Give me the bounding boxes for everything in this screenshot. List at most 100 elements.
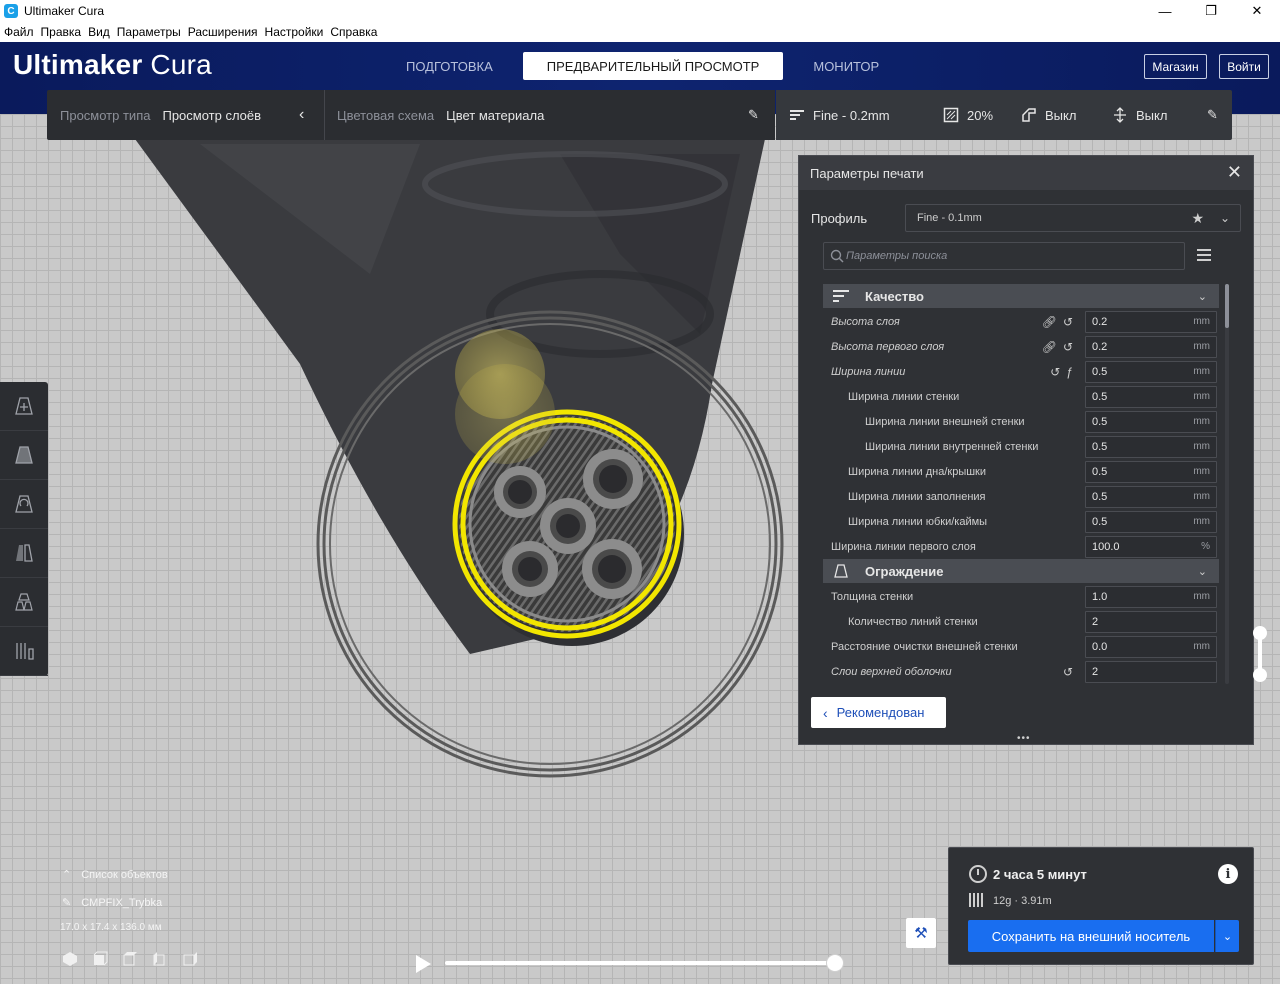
menu-preferences[interactable]: Настройки [265,25,324,39]
menu-edit[interactable]: Правка [41,25,82,39]
close-icon[interactable]: ✕ [1227,162,1242,183]
tab-preview[interactable]: ПРЕДВАРИТЕЛЬНЫЙ ПРОСМОТР [522,52,784,80]
path-slider-handle[interactable] [826,954,844,972]
layer-slider-lower-handle[interactable] [1253,668,1267,682]
setting-actions: 🔗︎ ↺ [1031,340,1073,354]
pencil-icon: ✎ [62,897,72,909]
left-view-icon[interactable] [152,951,168,967]
pencil-icon[interactable]: ✎ [748,107,759,123]
setting-value: 0.5 [1092,365,1108,378]
setting-value-field[interactable]: 0.2 mm [1085,335,1217,358]
setting-label: Высота первого слоя [831,340,945,353]
setting-unit: mm [1193,641,1210,652]
object-name-row[interactable]: ✎ CMPFIX_Trybka [62,896,162,909]
object-list-toggle[interactable]: ⌃ Список объектов [62,868,168,881]
profile-dropdown[interactable]: Fine - 0.1mm ★ ⌄ [905,204,1241,232]
menu-file[interactable]: Файл [4,25,34,39]
chevron-up-icon: ⌃ [62,869,72,881]
setting-row: Высота слоя 🔗︎ ↺ 0.2 mm [823,309,1219,334]
link-icon[interactable]: 🔗︎ [1042,315,1057,329]
right-view-icon[interactable] [182,951,198,967]
setting-unit: mm [1193,491,1210,502]
reset-icon[interactable]: ↺ [1063,340,1073,354]
clock-icon [969,865,987,883]
setting-unit: mm [1193,391,1210,402]
material-spool-icon [969,893,985,907]
settings-search-input[interactable]: Параметры поиска [823,242,1185,270]
move-tool-icon[interactable] [0,382,48,431]
setting-value-field[interactable]: 0.0 mm [1085,635,1217,658]
play-icon[interactable] [416,955,431,973]
color-scheme-selector[interactable]: Цветовая схема Цвет материала ✎ [324,90,774,140]
setting-value-field[interactable]: 0.5 mm [1085,485,1217,508]
setting-unit: mm [1193,316,1210,327]
setting-value-field[interactable]: 2 [1085,660,1217,683]
quality-icon [833,290,849,302]
top-view-icon[interactable] [122,951,138,967]
print-settings-bar[interactable]: Fine - 0.2mm 20% Выкл Выкл ✎ [776,90,1232,140]
category-name: Качество [865,288,924,304]
tab-prepare[interactable]: ПОДГОТОВКА [390,52,509,80]
marketplace-button[interactable]: Магазин [1144,54,1207,79]
cura-app-icon: C [4,4,18,18]
rotate-tool-icon[interactable] [0,480,48,529]
mirror-tool-icon[interactable] [0,529,48,578]
chevron-left-icon[interactable]: ‹ [299,106,304,124]
save-to-removable-button[interactable]: Сохранить на внешний носитель [968,920,1214,952]
category-header[interactable]: Ограждение ⌄ [823,559,1219,583]
settings-visibility-menu-icon[interactable] [1197,249,1211,261]
star-icon[interactable]: ★ [1191,210,1204,227]
camera-view-buttons [62,951,198,967]
3d-view-icon[interactable] [62,951,78,967]
color-scheme-value: Цвет материала [446,107,545,123]
reset-icon[interactable]: ↺ [1063,665,1073,679]
color-scheme-label: Цветовая схема [337,107,435,123]
panel-title: Параметры печати [810,165,924,181]
setting-value-field[interactable]: 0.2 mm [1085,310,1217,333]
reset-icon[interactable]: ↺ [1063,315,1073,329]
menu-settings[interactable]: Параметры [117,25,181,39]
reset-icon[interactable]: ↺ [1050,365,1060,379]
setting-value-field[interactable]: 1.0 mm [1085,585,1217,608]
recommended-button[interactable]: ‹ Рекомендован [811,697,946,728]
setting-value-field[interactable]: 0.5 mm [1085,410,1217,433]
function-icon[interactable]: ƒ [1066,365,1073,379]
category-header[interactable]: Качество ⌄ [823,284,1219,308]
menu-extensions[interactable]: Расширения [188,25,258,39]
settings-list[interactable]: Качество ⌄ Высота слоя 🔗︎ ↺ 0.2 mm Высота перво… [823,284,1219,684]
view-type-label: Просмотр типа [60,107,151,123]
close-window-button[interactable]: ✕ [1234,0,1280,22]
setting-value-field[interactable]: 100.0% [1085,535,1217,558]
link-icon[interactable]: 🔗︎ [1042,340,1057,354]
setting-value-field[interactable]: 0.5 mm [1085,435,1217,458]
scale-tool-icon[interactable] [0,431,48,480]
menu-view[interactable]: Вид [88,25,110,39]
signin-button[interactable]: Войти [1219,54,1269,79]
setting-row: Высота первого слоя 🔗︎ ↺ 0.2 mm [823,334,1219,359]
minimize-button[interactable]: — [1142,0,1188,22]
search-placeholder: Параметры поиска [846,250,948,262]
info-icon[interactable]: i [1218,864,1238,884]
panel-resize-handle[interactable]: ••• [1017,733,1031,744]
layer-slider-upper-handle[interactable] [1253,626,1267,640]
menu-help[interactable]: Справка [330,25,377,39]
view-type-selector[interactable]: Просмотр типа Просмотр слоёв ‹ [47,90,324,140]
setting-row: Слои верхней оболочки ↺ 2 [823,659,1219,684]
setting-value-field[interactable]: 0.5 mm [1085,460,1217,483]
settings-scrollbar[interactable] [1225,284,1229,684]
front-view-icon[interactable] [92,951,108,967]
support-blocker-icon[interactable] [0,627,48,676]
compatibility-mode-icon[interactable]: ⚒ [906,918,936,948]
pencil-icon[interactable]: ✎ [1207,107,1218,123]
layer-path-slider[interactable] [445,961,835,965]
chevron-down-icon[interactable]: ⌄ [1215,920,1239,952]
setting-value-field[interactable]: 0.5 mm [1085,360,1217,383]
tab-monitor[interactable]: МОНИТОР [797,52,895,80]
setting-value-field[interactable]: 2 [1085,610,1217,633]
maximize-button[interactable]: ❐ [1188,0,1234,22]
setting-value-field[interactable]: 0.5 mm [1085,385,1217,408]
setting-label: Толщина стенки [831,590,914,603]
per-model-settings-icon[interactable] [0,578,48,627]
output-panel: 2 часа 5 минут i 12g · 3.91m Сохранить н… [948,847,1254,965]
setting-value-field[interactable]: 0.5 mm [1085,510,1217,533]
